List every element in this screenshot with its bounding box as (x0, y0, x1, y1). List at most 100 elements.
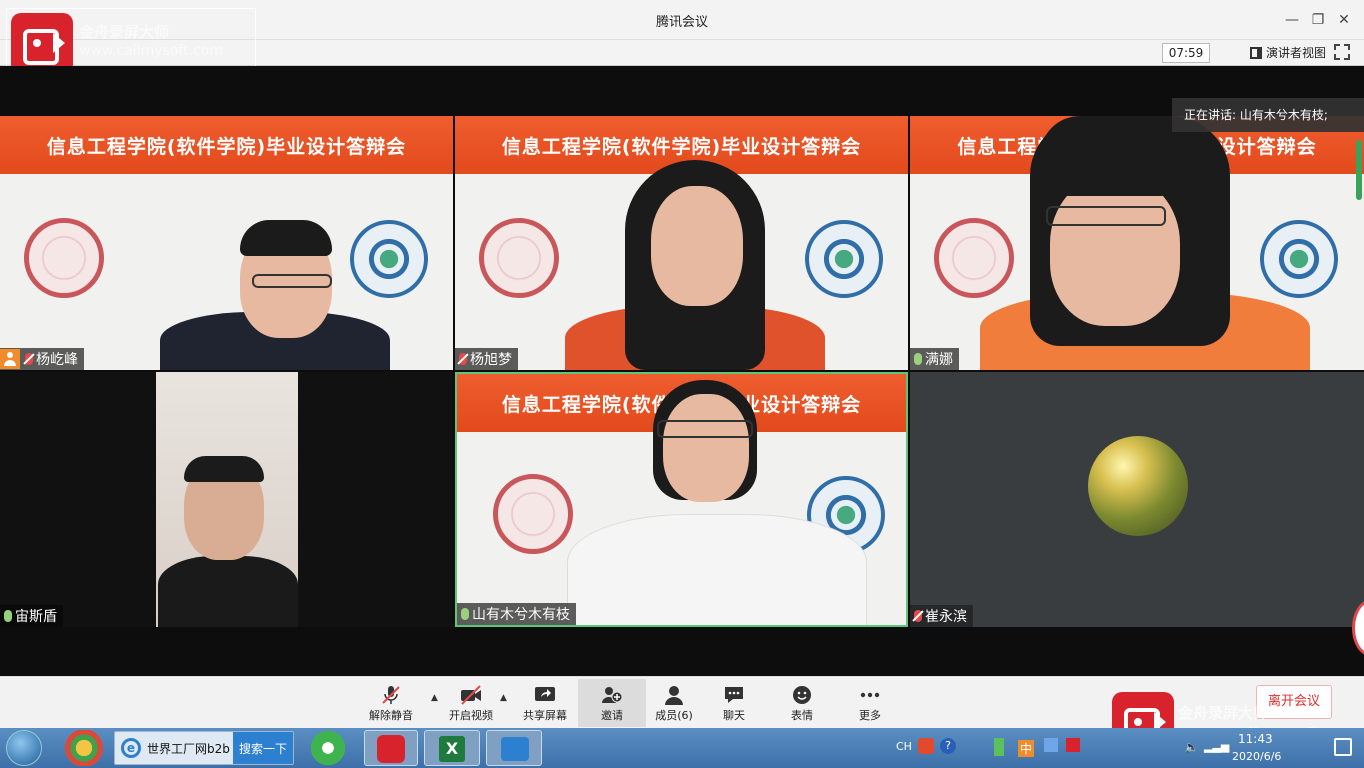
participant-nametag: 宙斯盾 (0, 605, 63, 627)
ie-search-button[interactable]: 搜索一下 (232, 732, 293, 764)
taskbar-recorder-app[interactable] (364, 730, 418, 766)
excel-icon: X (439, 736, 465, 762)
browser-icon[interactable] (306, 730, 350, 766)
tencent-meeting-window: 腾讯会议 — ❐ ✕ 07:59 演讲者视图 金舟录屏大师 www.callmy… (0, 0, 1364, 768)
recorder-tray-icon[interactable] (1066, 738, 1080, 752)
presenter-view-button[interactable]: 演讲者视图 (1249, 44, 1326, 61)
avatar (1088, 436, 1188, 536)
unmute-label: 解除静音 (369, 709, 413, 722)
share-screen-button[interactable]: 共享屏幕 (518, 679, 572, 727)
notification-icon[interactable] (1334, 738, 1352, 756)
taskbar-meeting-app[interactable] (486, 730, 542, 766)
clock-date[interactable]: 2020/6/6 (1232, 750, 1281, 763)
audio-options-caret-icon[interactable]: ▲ (431, 693, 438, 703)
meeting-timer: 07:59 (1162, 43, 1210, 63)
ie-search-box[interactable]: e 世界工厂网b2b 搜索一下 (114, 731, 294, 765)
speaking-indicator: 正在讲话: 山有木兮木有枝; (1172, 98, 1364, 132)
chat-icon (725, 687, 743, 703)
ie-icon: e (121, 738, 141, 758)
share-screen-label: 共享屏幕 (523, 709, 567, 722)
ime-indicator[interactable]: 中 (1018, 740, 1035, 757)
participant-name: 杨屹峰 (36, 352, 78, 368)
invite-label: 邀请 (601, 709, 623, 722)
members-button[interactable]: 成员(6) (650, 679, 698, 727)
chat-label: 聊天 (723, 709, 745, 722)
recorder-icon (377, 735, 405, 763)
emoji-icon (793, 686, 811, 704)
close-icon[interactable]: ✕ (1332, 8, 1356, 32)
more-button[interactable]: 更多 (848, 679, 892, 727)
defense-banner: 信息工程学院(软件学院)毕业设计答辩会 (0, 116, 453, 174)
video-gallery: 信息工程学院(软件学院)毕业设计答辩会 杨屹峰 信息工程学院(软件学院)毕业设计… (0, 66, 1364, 676)
mic-muted-icon (382, 686, 400, 704)
gallery-scrollbar[interactable] (1356, 140, 1362, 200)
participant-name: 崔永滨 (925, 609, 967, 625)
video-tile-1[interactable]: 信息工程学院(软件学院)毕业设计答辩会 杨屹峰 (0, 116, 453, 370)
participant-name: 山有木兮木有枝 (472, 607, 570, 623)
share-screen-icon (535, 687, 555, 701)
members-icon (665, 686, 683, 705)
video-tile-2[interactable]: 信息工程学院(软件学院)毕业设计答辩会 杨旭梦 (455, 116, 908, 370)
school-logo-icon (350, 220, 428, 298)
host-icon (0, 349, 20, 369)
clock-time[interactable]: 11:43 (1238, 732, 1273, 746)
chat-button[interactable]: 聊天 (712, 679, 756, 727)
windows-taskbar: e 世界工厂网b2b 搜索一下 X CH ? 中 🔈 ▂▃▅ 11:43 202… (0, 728, 1364, 768)
ie-label: 世界工厂网b2b (147, 741, 230, 756)
reaction-label: 表情 (791, 709, 813, 722)
mic-on-icon (914, 353, 922, 365)
university-seal-icon (479, 218, 559, 298)
start-button[interactable] (6, 730, 42, 766)
watermark-brand: 金舟录屏大师 (1178, 704, 1269, 722)
members-label: 成员(6) (655, 709, 693, 722)
university-seal-icon (493, 474, 573, 554)
taskbar-excel-app[interactable]: X (424, 730, 480, 766)
phone-video (156, 372, 298, 627)
participant-nametag: 杨屹峰 (0, 348, 84, 370)
mic-muted-icon (25, 353, 33, 365)
signal-icon[interactable]: ▂▃▅ (1204, 740, 1229, 753)
video-tile-4[interactable]: 宙斯盾 (0, 372, 453, 627)
mic-on-icon (4, 610, 12, 622)
camera-off-icon (461, 685, 481, 705)
invite-button[interactable]: 邀请 (578, 679, 646, 727)
battery-icon[interactable] (994, 738, 1004, 756)
video-tile-5-active-speaker[interactable]: 信息工程学院(软件学院)毕业设计答辩会 山有木兮木有枝 (455, 372, 908, 627)
invite-user-icon (602, 687, 623, 703)
participant-name: 满娜 (925, 352, 953, 368)
watermark-brand: 金舟录屏大师 (79, 23, 170, 41)
windows-flag-icon[interactable] (1044, 738, 1058, 752)
university-seal-icon (24, 218, 104, 298)
banner-text: 信息工程学院(软件学院)毕业设计答辩会 (46, 136, 407, 158)
banner-text: 信息工程学院(软件学院)毕业设计答辩会 (501, 136, 862, 158)
minimize-icon[interactable]: — (1280, 8, 1304, 32)
taskbar-app-icon[interactable] (64, 730, 104, 766)
participant-name: 宙斯盾 (15, 609, 57, 625)
unmute-button[interactable]: 解除静音 (364, 679, 418, 727)
help-icon[interactable]: ? (940, 738, 956, 754)
school-logo-icon (1260, 220, 1338, 298)
sogou-icon[interactable] (918, 738, 934, 754)
mic-on-icon (461, 608, 469, 620)
participant-nametag: 满娜 (910, 348, 959, 370)
presenter-view-label: 演讲者视图 (1265, 46, 1326, 60)
participant-nametag: 山有木兮木有枝 (457, 603, 576, 625)
fullscreen-icon[interactable] (1334, 44, 1350, 60)
video-tile-6[interactable]: 崔永滨 (910, 372, 1364, 627)
restore-icon[interactable]: ❐ (1306, 8, 1330, 32)
reaction-button[interactable]: 表情 (780, 679, 824, 727)
mic-muted-icon (459, 353, 467, 365)
start-video-button[interactable]: 开启视频 (444, 679, 498, 727)
participant-nametag: 崔永滨 (910, 605, 973, 627)
school-logo-icon (805, 220, 883, 298)
video-options-caret-icon[interactable]: ▲ (500, 693, 507, 703)
video-tile-3[interactable]: 信息工程学院(软件学院)毕业设计答辩会 满娜 (910, 116, 1364, 370)
presenter-view-icon (1249, 46, 1262, 59)
university-seal-icon (934, 218, 1014, 298)
start-video-label: 开启视频 (449, 709, 493, 722)
language-indicator[interactable]: CH (896, 740, 912, 753)
volume-icon[interactable]: 🔈 (1184, 740, 1199, 754)
watermark-url: www.callmysoft.com (79, 43, 223, 59)
participant-nametag: 杨旭梦 (455, 348, 518, 370)
tencent-meeting-icon (501, 737, 529, 761)
